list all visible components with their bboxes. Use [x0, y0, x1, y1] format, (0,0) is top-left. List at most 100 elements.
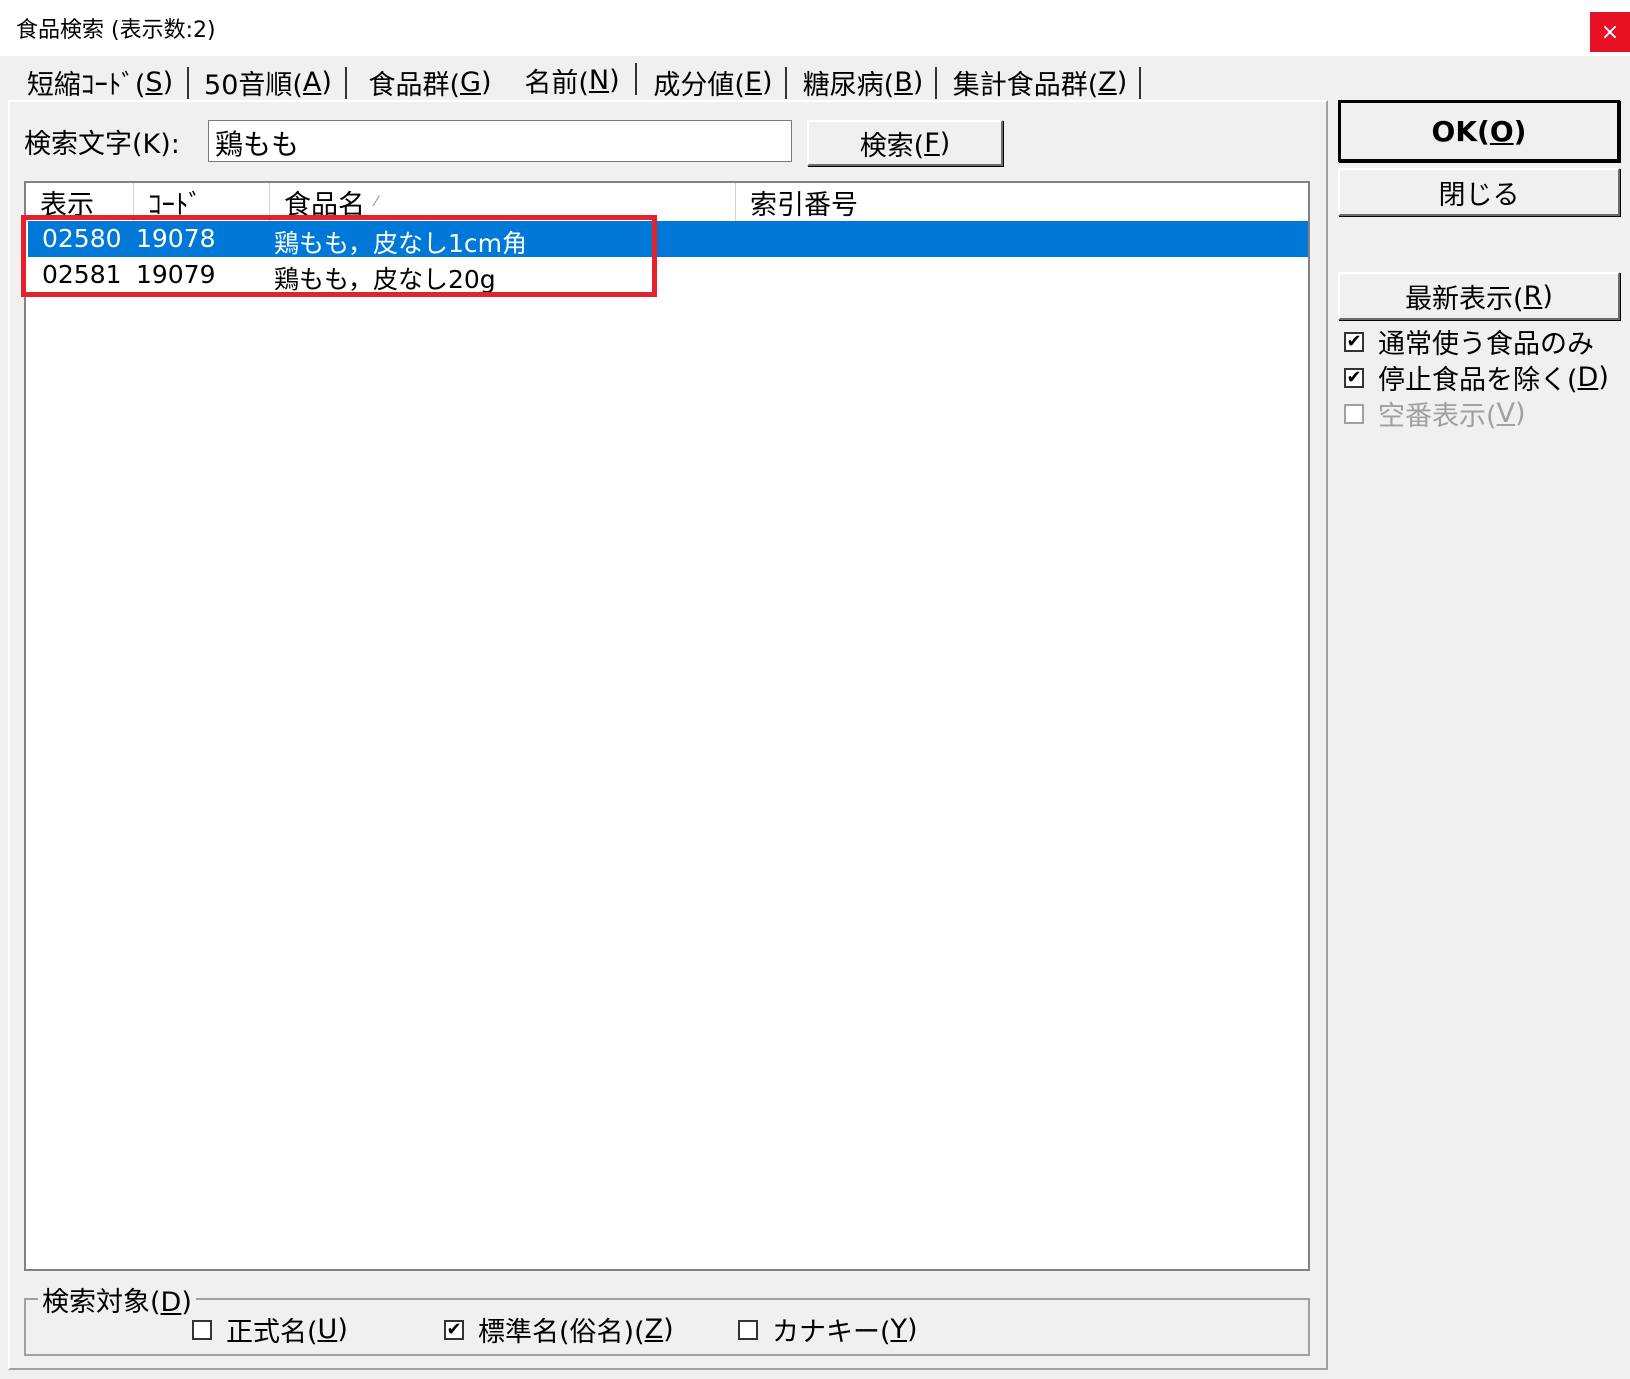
kana-key-checkbox[interactable]: カナキー(Y): [738, 1310, 918, 1349]
tab-label-tail: ): [1116, 66, 1128, 98]
checkmark-icon[interactable]: ✔: [1344, 367, 1364, 388]
checkbox-label: 空番表示(: [1378, 401, 1497, 432]
checkbox-mnemonic: U: [317, 1314, 338, 1345]
tab-label: 50音順(: [204, 69, 303, 101]
refresh-button-mnemonic: R: [1523, 280, 1543, 312]
search-label: 検索文字(K):: [24, 129, 180, 160]
table-row[interactable]: 02581 19079 鶏もも，皮なし20g: [28, 257, 1308, 294]
cell-food-name: 鶏もも，皮なし20g: [274, 265, 496, 294]
refresh-button-label: 最新表示(: [1405, 283, 1524, 315]
tab-label-tail: ): [609, 64, 620, 96]
tab-mnemonic: B: [894, 66, 913, 98]
cell-code: 19079: [136, 260, 216, 289]
tab-name[interactable]: 名前(N): [510, 60, 637, 100]
ok-button-label: OK(: [1431, 114, 1490, 148]
tab-separator: [935, 67, 937, 99]
column-header-code[interactable]: ｺｰﾄﾞ: [134, 183, 270, 221]
search-target-label: 検索対象(D): [38, 1280, 196, 1319]
tab-label: 名前(: [524, 67, 589, 99]
close-button-label: 閉じる: [1438, 179, 1520, 211]
window-title: 食品検索 (表示数:2): [16, 18, 216, 43]
tab-label-tail: ): [762, 66, 773, 98]
cell-code: 19078: [136, 224, 216, 253]
column-header-index-number[interactable]: 索引番号: [736, 183, 1308, 221]
checkbox-mnemonic: Y: [890, 1314, 908, 1345]
exclude-stopped-foods-checkbox[interactable]: ✔ 停止食品を除く(D): [1344, 358, 1609, 397]
checkbox-mnemonic: D: [1577, 362, 1599, 393]
checkbox-label: 通常使う食品のみ: [1378, 329, 1594, 360]
checkbox-box: [1344, 403, 1364, 424]
checkmark-icon[interactable]: ✔: [444, 1319, 464, 1340]
close-button[interactable]: 閉じる: [1338, 168, 1620, 216]
tab-label: 食品群(: [368, 69, 461, 101]
list-header: 表示 ｺｰﾄﾞ 食品名 ⁄ 索引番号: [26, 183, 1308, 222]
column-header-label: ｺｰﾄﾞ: [148, 189, 202, 221]
formal-name-checkbox[interactable]: 正式名(U): [192, 1310, 348, 1349]
checkbox-label-tail: ): [663, 1314, 674, 1345]
column-header-label: 食品名: [284, 189, 365, 221]
tab-nutrient-value[interactable]: 成分値(E): [642, 64, 787, 101]
refresh-button[interactable]: 最新表示(R): [1338, 272, 1620, 320]
group-label-mnemonic: D: [160, 1287, 182, 1318]
tab-diabetes[interactable]: 糖尿病(B): [792, 64, 937, 101]
tab-mnemonic: Z: [1098, 66, 1117, 98]
tab-mnemonic: A: [302, 66, 322, 98]
column-header-label: 索引番号: [750, 189, 858, 221]
tab-food-group[interactable]: 食品群(G): [354, 64, 506, 101]
tab-separator: [785, 67, 787, 99]
tab-short-code[interactable]: 短縮ｺｰﾄﾞ(S): [14, 64, 189, 101]
tab-label-tail: ): [162, 66, 174, 98]
search-button-label: 検索(: [859, 130, 925, 162]
search-button[interactable]: 検索(F): [807, 120, 1003, 166]
tab-separator: [187, 67, 189, 99]
checkbox-label: 停止食品を除く(: [1378, 365, 1578, 396]
checkbox-label-tail: ): [337, 1314, 348, 1345]
search-input[interactable]: 鶏もも: [208, 120, 792, 162]
tab-separator: [1139, 67, 1141, 99]
tab-separator: [345, 67, 347, 99]
ok-button[interactable]: OK(O): [1338, 100, 1620, 162]
tab-label-tail: ): [912, 66, 924, 98]
search-button-label-tail: ): [939, 127, 951, 159]
checkbox-mnemonic: V: [1496, 398, 1516, 429]
column-header-label: 表示: [40, 189, 94, 221]
tab-label: 成分値(: [653, 69, 745, 101]
checkbox-box[interactable]: [738, 1319, 758, 1340]
table-row[interactable]: 02580 19078 鶏もも，皮なし1cm角: [28, 221, 1308, 258]
tab-mnemonic: N: [588, 64, 610, 96]
checkbox-label-tail: ): [1515, 398, 1526, 429]
standard-name-checkbox[interactable]: ✔ 標準名(俗名)(Z): [444, 1310, 674, 1349]
tab-mnemonic: G: [460, 66, 481, 98]
checkbox-mnemonic: Z: [644, 1314, 664, 1345]
tab-mnemonic: S: [145, 66, 163, 98]
checkbox-label-tail: ): [1598, 362, 1609, 393]
group-label-text: 検索対象(: [42, 1287, 161, 1318]
checkbox-label: 標準名(俗名)(: [478, 1317, 645, 1348]
checkbox-label: カナキー(: [772, 1317, 891, 1348]
tab-label-tail: ): [321, 66, 332, 98]
sort-indicator-icon: ⁄: [375, 194, 378, 210]
close-icon[interactable]: ×: [1590, 12, 1630, 52]
checkbox-label: 正式名(: [226, 1317, 318, 1348]
tab-label-tail: ): [480, 66, 492, 98]
results-list[interactable]: 表示 ｺｰﾄﾞ 食品名 ⁄ 索引番号 02580 19078 鶏もも，皮なし1cm…: [24, 181, 1310, 1271]
group-label-tail: ): [181, 1287, 192, 1318]
column-header-food-name[interactable]: 食品名 ⁄: [270, 183, 736, 221]
checkmark-icon[interactable]: ✔: [1344, 331, 1364, 352]
common-foods-only-checkbox[interactable]: ✔ 通常使う食品のみ: [1344, 322, 1594, 361]
tab-label: 集計食品群(: [952, 69, 1099, 101]
column-header-display[interactable]: 表示: [26, 183, 134, 221]
tab-label: 短縮ｺｰﾄﾞ(: [26, 69, 146, 101]
show-empty-numbers-checkbox: 空番表示(V): [1344, 394, 1526, 433]
ok-button-mnemonic: O: [1489, 114, 1514, 148]
cell-display: 02580: [42, 224, 122, 253]
tab-mnemonic: E: [744, 66, 763, 98]
title-bar: 食品検索 (表示数:2) ×: [0, 0, 1630, 56]
tab-syllabary-order[interactable]: 50音順(A): [192, 64, 347, 101]
checkbox-box[interactable]: [192, 1319, 212, 1340]
checkbox-label-tail: ): [907, 1314, 918, 1345]
refresh-button-label-tail: ): [1542, 280, 1553, 312]
ok-button-label-tail: ): [1513, 114, 1527, 148]
tab-aggregate-food-group[interactable]: 集計食品群(Z): [942, 64, 1141, 101]
tab-separator: [635, 63, 637, 95]
